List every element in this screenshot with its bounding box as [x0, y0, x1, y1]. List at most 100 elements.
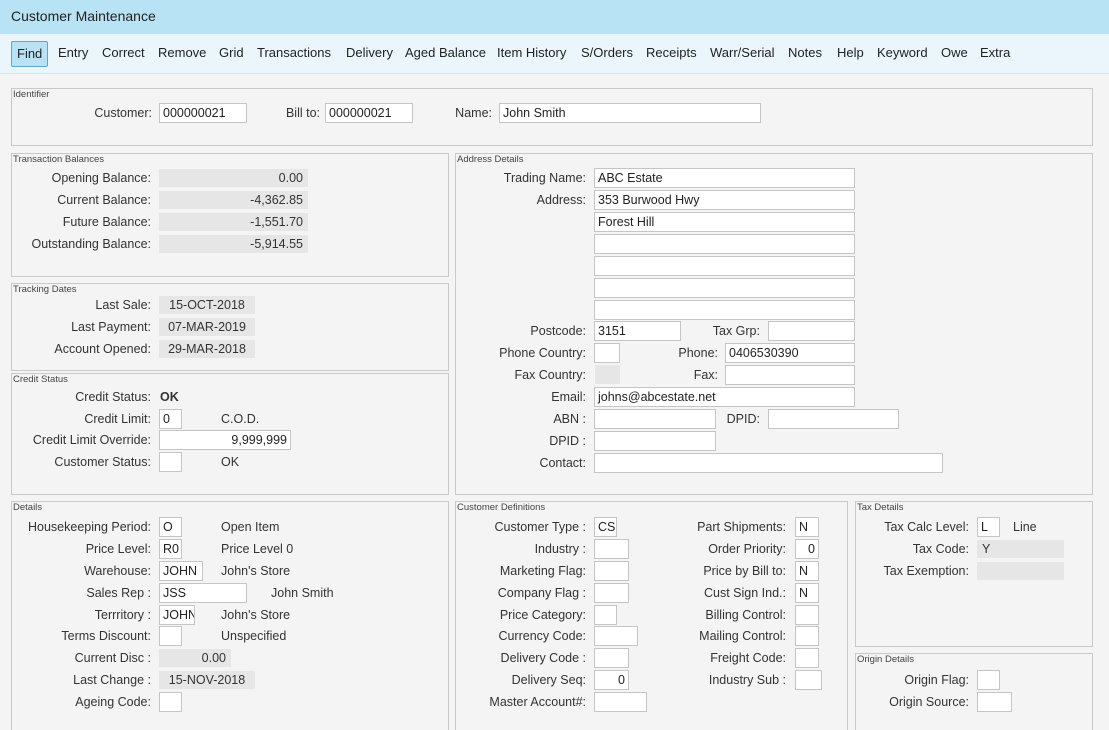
order-priority-label: Order Priority:: [708, 542, 786, 556]
menu-extra[interactable]: Extra: [979, 41, 1011, 67]
address-line-5[interactable]: [594, 278, 855, 298]
warehouse-desc: John's Store: [221, 564, 291, 578]
warehouse-label: Warehouse:: [84, 564, 151, 578]
price-by-billto-field[interactable]: N: [795, 561, 819, 581]
mailing-control-field[interactable]: [795, 626, 819, 646]
company-flag-field[interactable]: [594, 583, 629, 603]
master-account-label: Master Account#:: [489, 695, 586, 709]
menu-help[interactable]: Help: [836, 41, 865, 67]
menu-owe[interactable]: Owe: [940, 41, 969, 67]
customer-field[interactable]: 000000021: [159, 103, 247, 123]
marketing-flag-field[interactable]: [594, 561, 629, 581]
delivery-code-label: Delivery Code :: [500, 651, 586, 665]
fax-field[interactable]: [725, 365, 855, 385]
tax-details-panel: Tax Details Tax Calc Level: L Line Tax C…: [855, 501, 1093, 647]
warehouse-field[interactable]: JOHN: [159, 561, 203, 581]
currency-code-field[interactable]: [594, 626, 638, 646]
address-line-1[interactable]: 353 Burwood Hwy: [594, 190, 855, 210]
menu-sales-orders[interactable]: S/Orders: [580, 41, 634, 67]
contact-field[interactable]: [594, 453, 943, 473]
sales-rep-field[interactable]: JSS: [159, 583, 247, 603]
credit-limit-label: Credit Limit:: [84, 412, 151, 426]
menu-keyword[interactable]: Keyword: [876, 41, 929, 67]
dpid-label: DPID:: [726, 412, 760, 426]
identifier-panel: Identifier Customer: 000000021 Bill to: …: [11, 88, 1093, 146]
customer-status-field[interactable]: [159, 452, 182, 472]
abn-field[interactable]: [594, 409, 716, 429]
tax-calc-level-label: Tax Calc Level:: [884, 520, 969, 534]
price-level-field[interactable]: R0: [159, 539, 182, 559]
billto-label: Bill to:: [285, 106, 320, 120]
sales-rep-label: Sales Rep :: [86, 586, 151, 600]
menu-find[interactable]: Find: [11, 41, 49, 67]
email-label: Email:: [551, 390, 586, 404]
menu-bar: Find Entry Correct Remove Grid Transacti…: [0, 34, 1109, 74]
phone-country-field[interactable]: [594, 343, 620, 363]
dpid-field[interactable]: [768, 409, 899, 429]
future-balance-label: Future Balance:: [62, 215, 151, 229]
menu-receipts[interactable]: Receipts: [645, 41, 698, 67]
customer-label: Customer:: [94, 106, 152, 120]
trading-name-field[interactable]: ABC Estate: [594, 168, 855, 188]
origin-source-field[interactable]: [977, 692, 1012, 712]
master-account-field[interactable]: [594, 692, 647, 712]
delivery-seq-label: Delivery Seq:: [511, 673, 586, 687]
menu-remove[interactable]: Remove: [157, 41, 207, 67]
menu-transactions[interactable]: Transactions: [256, 41, 332, 67]
address-line-3[interactable]: [594, 234, 855, 254]
delivery-code-field[interactable]: [594, 648, 629, 668]
menu-correct[interactable]: Correct: [101, 41, 146, 67]
name-field[interactable]: John Smith: [499, 103, 761, 123]
marketing-flag-label: Marketing Flag:: [499, 564, 586, 578]
menu-item-history[interactable]: Item History: [496, 41, 567, 67]
billto-field[interactable]: 000000021: [325, 103, 413, 123]
housekeeping-field[interactable]: O: [159, 517, 182, 537]
menu-delivery[interactable]: Delivery: [345, 41, 394, 67]
terms-discount-label: Terms Discount:: [61, 629, 151, 643]
address-line-2[interactable]: Forest Hill: [594, 212, 855, 232]
tax-code-label: Tax Code:: [912, 542, 969, 556]
industry-sub-field[interactable]: [795, 670, 822, 690]
email-field[interactable]: johns@abcestate.net: [594, 387, 855, 407]
part-shipments-field[interactable]: N: [795, 517, 819, 537]
address-line-6[interactable]: [594, 300, 855, 320]
customer-status-desc: OK: [221, 455, 240, 469]
outstanding-balance-label: Outstanding Balance:: [31, 237, 151, 251]
transaction-balances-title: Transaction Balances: [13, 154, 105, 165]
freight-code-field[interactable]: [795, 648, 819, 668]
price-by-billto-label: Price by Bill to:: [703, 564, 786, 578]
dpid2-field[interactable]: [594, 431, 716, 451]
industry-sub-label: Industry Sub :: [708, 673, 786, 687]
cust-sign-field[interactable]: N: [795, 583, 819, 603]
billing-control-field[interactable]: [795, 605, 819, 625]
sales-rep-desc: John Smith: [271, 586, 334, 600]
last-change-label: Last Change :: [73, 673, 151, 687]
terms-discount-field[interactable]: [159, 626, 182, 646]
menu-warr-serial[interactable]: Warr/Serial: [709, 41, 776, 67]
contact-label: Contact:: [539, 456, 586, 470]
menu-entry[interactable]: Entry: [57, 41, 89, 67]
order-priority-field[interactable]: 0: [795, 539, 819, 559]
delivery-seq-field[interactable]: 0: [594, 670, 629, 690]
price-category-field[interactable]: [594, 605, 617, 625]
credit-limit-override-field[interactable]: 9,999,999: [159, 430, 291, 450]
industry-field[interactable]: [594, 539, 629, 559]
postcode-field[interactable]: 3151: [594, 321, 681, 341]
last-change-value: 15-NOV-2018: [159, 671, 255, 689]
phone-country-label: Phone Country:: [499, 346, 586, 360]
menu-aged-balance[interactable]: Aged Balance: [404, 41, 487, 67]
credit-limit-field[interactable]: 0: [159, 409, 182, 429]
tax-calc-level-field[interactable]: L: [977, 517, 1000, 537]
price-category-label: Price Category:: [499, 608, 586, 622]
credit-status-label: Credit Status:: [75, 390, 151, 404]
address-line-4[interactable]: [594, 256, 855, 276]
customer-type-field[interactable]: CS: [594, 517, 617, 537]
origin-flag-field[interactable]: [977, 670, 1000, 690]
ageing-code-field[interactable]: [159, 692, 182, 712]
currency-code-label: Currency Code:: [498, 629, 586, 643]
menu-notes[interactable]: Notes: [787, 41, 823, 67]
tax-grp-field[interactable]: [768, 321, 855, 341]
menu-grid[interactable]: Grid: [218, 41, 245, 67]
phone-field[interactable]: 0406530390: [725, 343, 855, 363]
territory-field[interactable]: JOHN: [159, 605, 195, 625]
